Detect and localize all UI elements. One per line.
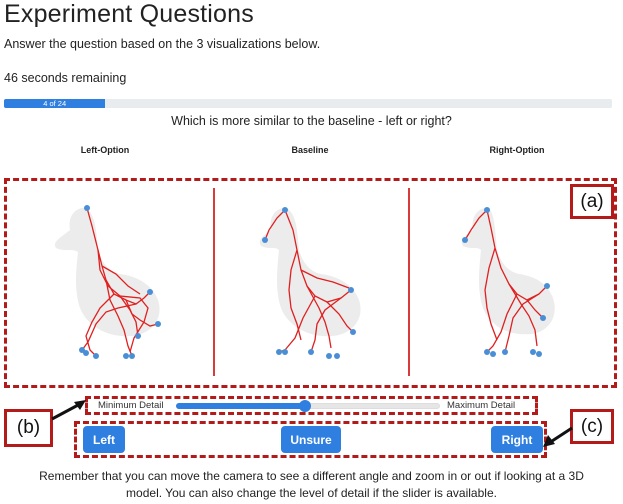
instructions-footer: Remember that you can move the camera to…	[0, 468, 623, 502]
footer-line-1: Remember that you can move the camera to…	[39, 469, 584, 483]
baseline-visualization[interactable]	[245, 190, 385, 374]
page-title: Experiment Questions	[4, 0, 254, 28]
right-button[interactable]: Right	[491, 426, 543, 453]
countdown-timer: 46 seconds remaining	[4, 71, 127, 85]
baseline-label: Baseline	[291, 145, 329, 155]
left-option-visualization[interactable]	[40, 190, 180, 374]
duck-silhouette	[54, 208, 160, 337]
unsure-button[interactable]: Unsure	[281, 426, 341, 453]
detail-slider-fill	[176, 403, 304, 409]
callout-c: (c)	[570, 409, 614, 444]
slider-max-label: Maximum Detail	[447, 400, 516, 411]
right-option-visualization[interactable]	[445, 190, 565, 374]
page-subtitle: Answer the question based on the 3 visua…	[4, 37, 321, 51]
duck-silhouette	[259, 208, 361, 337]
footer-line-2: model. You can also change the level of …	[126, 486, 497, 500]
left-option-label: Left-Option	[80, 145, 130, 155]
detail-slider-thumb[interactable]	[299, 400, 311, 412]
right-option-label: Right-Option	[489, 145, 545, 155]
callout-a: (a)	[570, 184, 614, 219]
arrow-c-icon	[543, 426, 573, 447]
slider-min-label: Minimum Detail	[98, 400, 164, 411]
callout-b: (b)	[4, 409, 53, 447]
panel-divider-left	[213, 188, 215, 376]
arrow-b-icon	[51, 400, 86, 421]
panel-divider-right	[408, 188, 410, 376]
progress-fill: 4 of 24	[4, 99, 106, 108]
progress-bar: 4 of 24	[4, 99, 612, 108]
left-button[interactable]: Left	[83, 426, 125, 453]
question-text: Which is more similar to the baseline - …	[171, 114, 452, 128]
